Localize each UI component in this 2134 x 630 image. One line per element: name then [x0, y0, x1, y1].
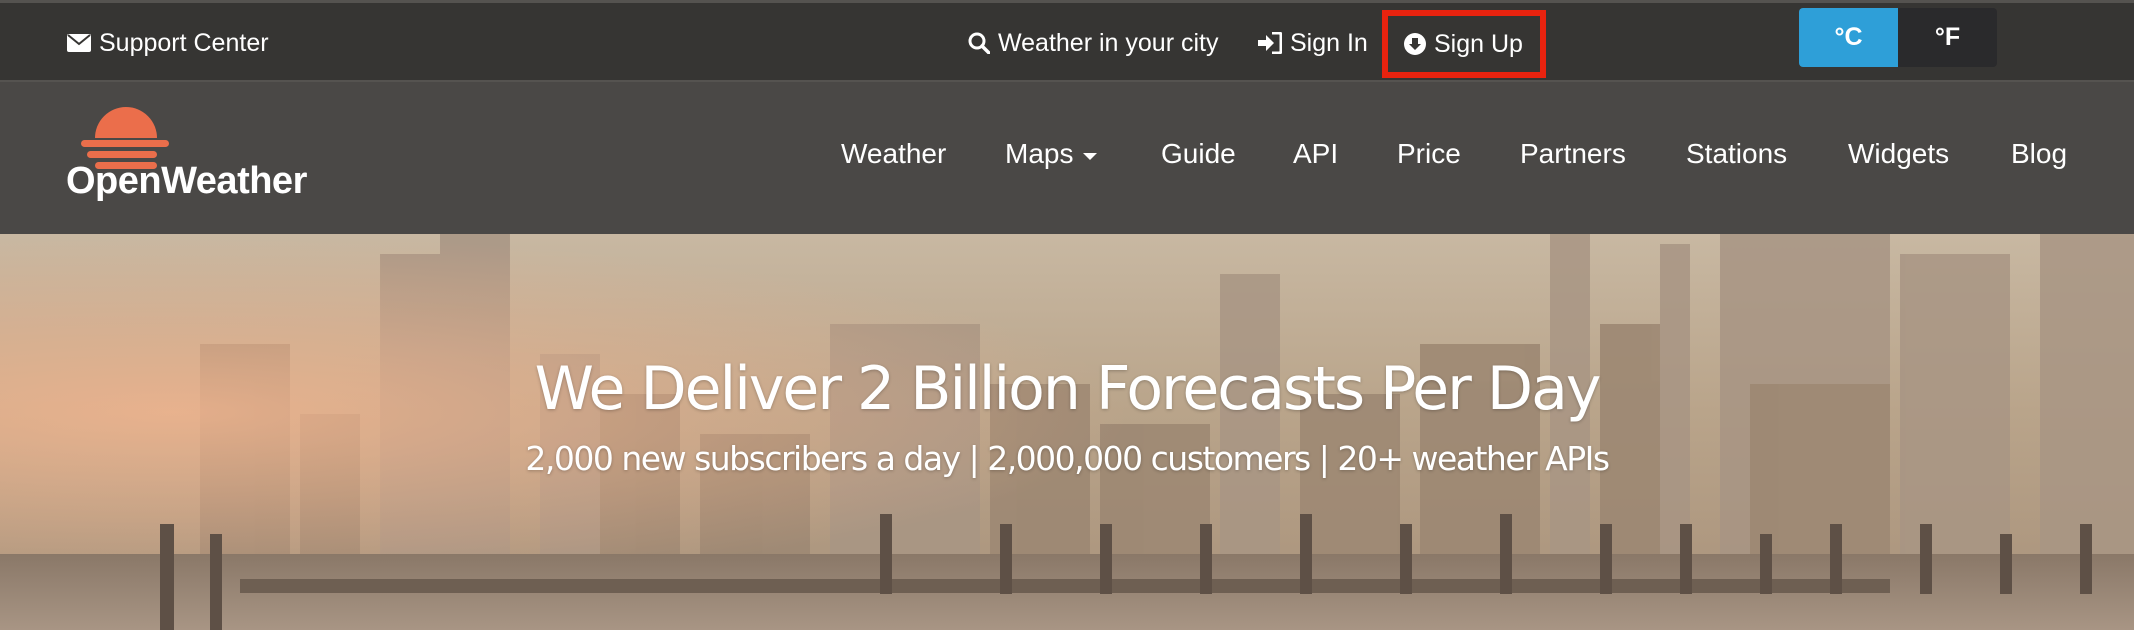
hero-subtitle: 2,000 new subscribers a day | 2,000,000 …	[525, 439, 1610, 478]
celsius-button[interactable]: °C	[1799, 8, 1898, 67]
nav-item-maps[interactable]: Maps	[1005, 138, 1098, 170]
sign-in-link[interactable]: Sign In	[1258, 23, 1368, 63]
nav-item-label: Weather	[841, 138, 947, 169]
sign-up-link[interactable]: Sign Up	[1382, 10, 1546, 78]
nav-item-label: Stations	[1686, 138, 1788, 169]
nav-item-label: Price	[1397, 138, 1461, 169]
support-center-label: Support Center	[99, 28, 269, 57]
nav-item-api[interactable]: API	[1293, 138, 1338, 170]
nav-item-label: Widgets	[1848, 138, 1950, 169]
nav-item-blog[interactable]: Blog	[2011, 138, 2067, 170]
nav-item-partners[interactable]: Partners	[1520, 138, 1626, 170]
weather-in-your-city-label: Weather in your city	[998, 28, 1219, 57]
nav-menu: Weather Maps Guide API Price Partners St…	[0, 82, 2134, 234]
city-skyline-image	[0, 234, 2134, 630]
hero-title: We Deliver 2 Billion Forecasts Per Day	[534, 354, 1602, 424]
nav-item-label: API	[1293, 138, 1339, 169]
support-center-link[interactable]: Support Center	[67, 23, 269, 63]
search-icon	[968, 32, 990, 54]
nav-item-weather[interactable]: Weather	[841, 138, 946, 170]
envelope-icon	[67, 34, 91, 52]
nav-item-label: Guide	[1161, 138, 1236, 169]
nav-item-guide[interactable]: Guide	[1161, 138, 1236, 170]
nav-item-label: Maps	[1005, 138, 1074, 169]
weather-in-your-city-link[interactable]: Weather in your city	[968, 23, 1218, 63]
nav-item-widgets[interactable]: Widgets	[1848, 138, 1949, 170]
sign-in-label: Sign In	[1290, 28, 1368, 57]
hero-banner: We Deliver 2 Billion Forecasts Per Day 2…	[0, 234, 2134, 630]
nav-item-stations[interactable]: Stations	[1686, 138, 1787, 170]
top-utility-bar: Support Center Weather in your city Sign…	[0, 0, 2134, 82]
main-navbar: OpenWeather Weather Maps Guide API Price…	[0, 82, 2134, 234]
nav-item-price[interactable]: Price	[1397, 138, 1461, 170]
arrow-circle-down-icon	[1404, 33, 1426, 55]
fahrenheit-button[interactable]: °F	[1898, 8, 1997, 67]
nav-item-label: Partners	[1520, 138, 1626, 169]
nav-item-label: Blog	[2011, 138, 2068, 169]
unit-toggle: °C °F	[1799, 8, 1997, 67]
sign-up-label: Sign Up	[1434, 29, 1523, 58]
caret-down-icon	[1083, 152, 1098, 160]
sign-in-icon	[1258, 32, 1282, 54]
